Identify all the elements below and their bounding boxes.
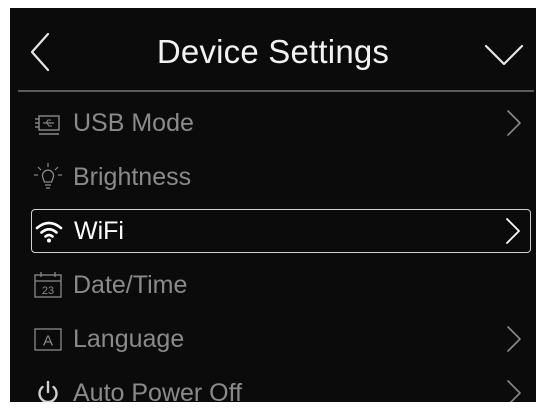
- menu-item-label: WiFi: [74, 217, 124, 245]
- chevron-right-icon: [505, 379, 523, 402]
- power-icon: [33, 378, 63, 402]
- language-icon: A: [33, 324, 63, 354]
- brightness-icon: [33, 162, 63, 192]
- wifi-icon: [34, 216, 64, 246]
- header: Device Settings: [10, 8, 536, 88]
- chevron-right-icon: [505, 325, 523, 353]
- menu-item-brightness[interactable]: Brightness: [31, 155, 531, 199]
- calendar-icon: 23: [33, 270, 63, 300]
- device-screen: Device Settings USB Mode Brightness WiFi…: [10, 8, 536, 402]
- collapse-button[interactable]: [480, 38, 528, 72]
- usb-icon: [33, 108, 63, 138]
- menu-item-usb-mode[interactable]: USB Mode: [31, 101, 531, 145]
- calendar-day-text: 23: [42, 285, 54, 297]
- chevron-left-icon: [30, 32, 50, 72]
- menu-item-label: USB Mode: [73, 109, 194, 137]
- chevron-right-icon: [505, 109, 523, 137]
- menu-item-label: Date/Time: [73, 271, 188, 299]
- menu-item-wifi[interactable]: WiFi: [31, 209, 531, 253]
- header-divider: [18, 90, 534, 92]
- back-button[interactable]: [24, 30, 58, 74]
- language-letter-text: A: [43, 333, 53, 350]
- menu-item-language[interactable]: A Language: [31, 317, 531, 361]
- page-title: Device Settings: [156, 33, 390, 70]
- chevron-down-icon: [484, 44, 524, 66]
- menu-item-date-time[interactable]: 23 Date/Time: [31, 263, 531, 307]
- menu-item-label: Brightness: [73, 163, 192, 191]
- menu-item-label: Auto Power Off: [73, 379, 243, 402]
- menu-item-label: Language: [73, 325, 185, 353]
- menu-item-auto-power-off[interactable]: Auto Power Off: [31, 371, 531, 402]
- chevron-right-icon: [504, 217, 522, 245]
